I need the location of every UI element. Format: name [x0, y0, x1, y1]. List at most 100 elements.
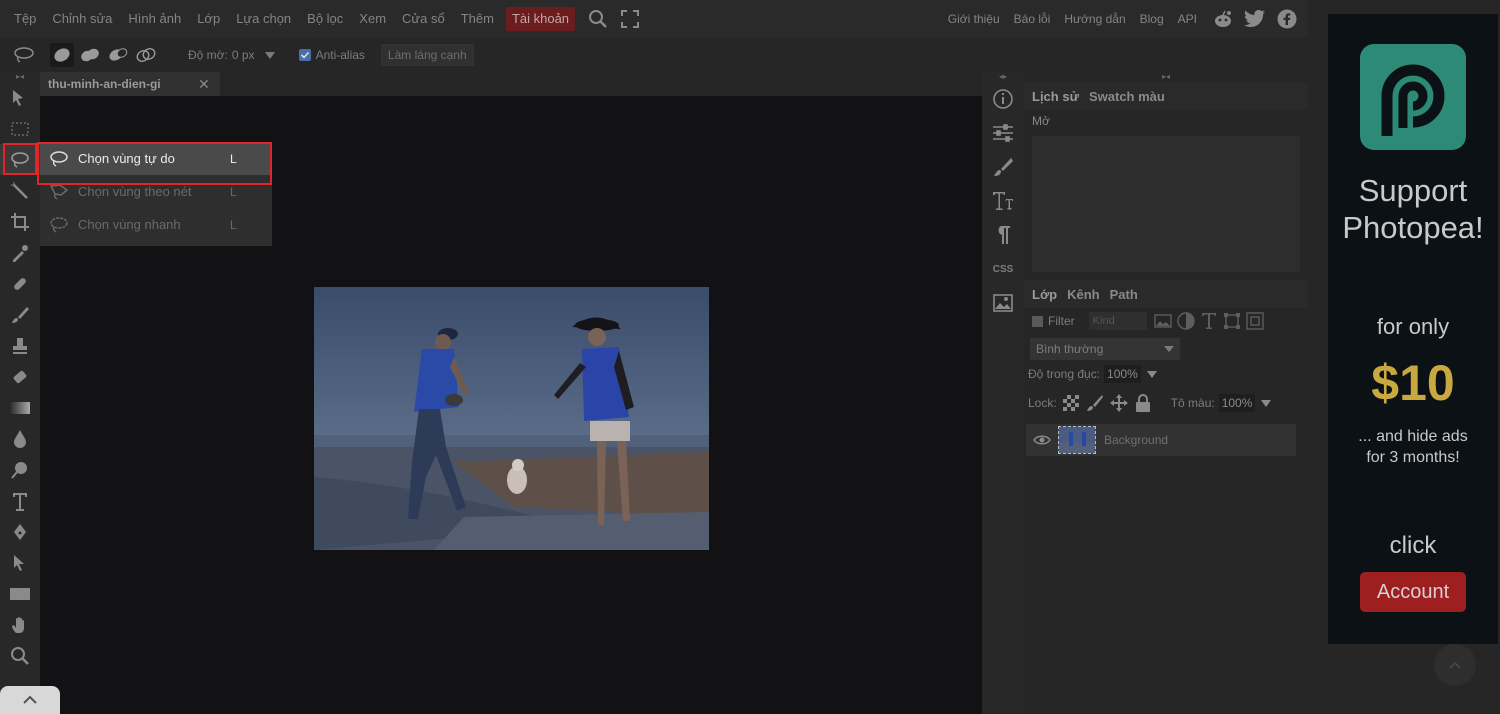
layer-row[interactable]: Background [1026, 424, 1296, 456]
refine-edge-button[interactable]: Làm láng cạnh [380, 44, 474, 66]
tab-swatches[interactable]: Swatch màu [1089, 89, 1165, 104]
tool-move[interactable] [0, 82, 40, 113]
tool-healing[interactable] [0, 268, 40, 299]
mode-add-selection-icon[interactable] [78, 43, 102, 67]
character-panel-button[interactable] [982, 184, 1024, 218]
blur-drop-icon [14, 429, 26, 448]
menu-view[interactable]: Xem [351, 0, 394, 38]
tool-brush[interactable] [0, 299, 40, 330]
info-panel-button[interactable] [982, 82, 1024, 116]
lock-all-icon[interactable] [1133, 393, 1153, 413]
menu-image[interactable]: Hình ảnh [120, 0, 189, 38]
feather-input[interactable]: 0 px [232, 48, 255, 62]
menu-blog[interactable]: Blog [1133, 0, 1171, 38]
tool-path-select[interactable] [0, 547, 40, 578]
kind-select[interactable]: Kind [1088, 312, 1147, 330]
lock-transparency-icon[interactable] [1061, 393, 1081, 413]
panel-icon-column: ◂▸ CSS [982, 72, 1024, 714]
collapse-toolbar-button[interactable] [0, 686, 60, 714]
opacity-dropdown-icon[interactable] [1146, 370, 1157, 378]
css-panel-button[interactable]: CSS [982, 252, 1024, 286]
menu-more[interactable]: Thêm [453, 0, 502, 38]
flyout-label: Chọn vùng nhanh [78, 217, 181, 232]
menu-about[interactable]: Giới thiệu [941, 0, 1007, 38]
lock-pixels-icon[interactable] [1085, 393, 1105, 413]
close-icon[interactable]: ✕ [198, 76, 210, 93]
menu-layer[interactable]: Lớp [189, 0, 228, 38]
feather-dropdown-icon[interactable] [264, 51, 275, 59]
tool-hand[interactable] [0, 609, 40, 640]
antialias-checkbox[interactable] [298, 49, 311, 61]
lock-position-icon[interactable] [1109, 393, 1129, 413]
image-panel-button[interactable] [982, 286, 1024, 320]
paragraph-panel-button[interactable] [982, 218, 1024, 252]
options-bar: Độ mờ: 0 px Anti-alias Làm láng cạnh [0, 38, 1318, 72]
document-tab[interactable]: thu-minh-an-dien-gi ✕ [40, 72, 220, 96]
flyout-item-magnetic-lasso[interactable]: Chọn vùng nhanh L [40, 208, 272, 241]
history-list[interactable] [1032, 136, 1300, 272]
menu-tutorial[interactable]: Hướng dẫn [1057, 0, 1132, 38]
tool-blur[interactable] [0, 423, 40, 454]
iconcol-grip[interactable]: ◂▸ [982, 72, 1024, 82]
tab-paths[interactable]: Path [1110, 287, 1138, 302]
filter-image-icon[interactable] [1153, 312, 1173, 330]
tool-rectangle[interactable] [0, 578, 40, 609]
mode-subtract-selection-icon[interactable] [106, 43, 130, 67]
mode-intersect-selection-icon[interactable] [134, 43, 158, 67]
tab-layers[interactable]: Lớp [1032, 287, 1057, 302]
tool-zoom[interactable] [0, 640, 40, 671]
filter-smart-object-icon[interactable] [1245, 312, 1265, 330]
brush-panel-button[interactable] [982, 150, 1024, 184]
adjustments-panel-button[interactable] [982, 116, 1024, 150]
lasso-icon[interactable] [8, 42, 40, 68]
scroll-top-button[interactable] [1434, 644, 1476, 686]
menu-file[interactable]: Tệp [6, 0, 44, 38]
fill-input[interactable]: 100% [1218, 394, 1256, 412]
fullscreen-icon[interactable] [617, 6, 643, 32]
ad-click-text: click [1389, 532, 1437, 559]
menu-filter[interactable]: Bộ lọc [299, 0, 351, 38]
facebook-icon[interactable] [1274, 6, 1300, 32]
history-entry[interactable]: Mở [1024, 110, 1308, 132]
menu-api[interactable]: API [1171, 0, 1204, 38]
panels-grip[interactable]: ▸◂ [1024, 72, 1308, 82]
menu-edit[interactable]: Chỉnh sửa [44, 0, 120, 38]
tool-dodge[interactable] [0, 454, 40, 485]
menu-select[interactable]: Lựa chọn [228, 0, 299, 38]
tool-magic-wand[interactable] [0, 175, 40, 206]
rectangle-icon [10, 587, 30, 600]
blend-mode-select[interactable]: Bình thường [1030, 338, 1180, 360]
filter-checkbox[interactable] [1032, 315, 1043, 327]
search-icon[interactable] [585, 6, 611, 32]
eye-icon[interactable] [1032, 432, 1052, 448]
filter-type-icon[interactable] [1199, 312, 1219, 330]
tool-gradient[interactable] [0, 392, 40, 423]
menu-window[interactable]: Cửa sổ [394, 0, 453, 38]
tool-marquee[interactable] [0, 113, 40, 144]
tool-eraser[interactable] [0, 361, 40, 392]
filter-adjustment-icon[interactable] [1176, 312, 1196, 330]
tab-channels[interactable]: Kênh [1067, 287, 1100, 302]
tool-crop[interactable] [0, 206, 40, 237]
opacity-input[interactable]: 100% [1104, 365, 1141, 383]
mode-new-selection-icon[interactable] [50, 43, 74, 67]
tool-stamp[interactable] [0, 330, 40, 361]
tool-eyedropper[interactable] [0, 237, 40, 268]
crop-icon [11, 212, 29, 231]
tool-pen[interactable] [0, 516, 40, 547]
toolbar-grip[interactable]: ▸◂ [0, 72, 40, 82]
ad-account-button[interactable]: Account [1360, 572, 1466, 612]
path-select-icon [14, 554, 24, 571]
highlight-flyout-item [37, 142, 272, 185]
document-image[interactable] [314, 287, 709, 550]
menu-account[interactable]: Tài khoản [505, 7, 576, 31]
tool-type[interactable] [0, 485, 40, 516]
menu-report-bug[interactable]: Báo lỗi [1007, 0, 1058, 38]
twitter-icon[interactable] [1242, 6, 1268, 32]
tab-history[interactable]: Lịch sử [1032, 89, 1079, 104]
reddit-icon[interactable] [1210, 6, 1236, 32]
fill-dropdown-icon[interactable] [1261, 399, 1272, 407]
filter-shape-icon[interactable] [1222, 312, 1242, 330]
flyout-label: Chọn vùng theo nét [78, 184, 192, 199]
ad-banner[interactable]: Support Photopea! for only $10 ... and h… [1328, 14, 1498, 644]
